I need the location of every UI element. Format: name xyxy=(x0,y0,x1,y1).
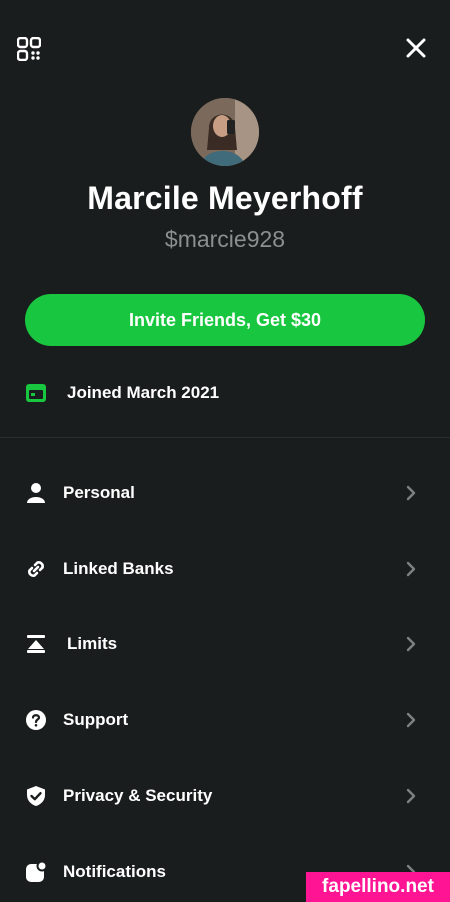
help-icon xyxy=(24,708,48,732)
watermark: fapellino.net xyxy=(306,872,450,902)
menu-item-label: Support xyxy=(63,710,129,729)
close-icon xyxy=(406,38,426,58)
menu-item-support[interactable]: Support xyxy=(0,690,450,750)
display-name: Marcile Meyerhoff xyxy=(87,180,363,216)
chevron-right-icon xyxy=(403,788,419,804)
notification-icon xyxy=(24,860,48,884)
menu-item-label: Linked Banks xyxy=(63,559,174,578)
menu-item-label: Privacy & Security xyxy=(63,786,213,805)
invite-friends-button[interactable]: Invite Friends, Get $30 xyxy=(25,294,425,346)
calendar-icon xyxy=(25,382,47,404)
menu-item-personal[interactable]: Personal xyxy=(0,463,450,523)
menu-item-linked-banks[interactable]: Linked Banks xyxy=(0,539,450,599)
chevron-right-icon xyxy=(403,485,419,501)
qr-code-icon xyxy=(17,37,41,61)
chevron-right-icon xyxy=(403,636,419,652)
menu-item-label: Notifications xyxy=(63,862,166,881)
menu-item-label: Limits xyxy=(67,634,118,653)
link-icon xyxy=(24,557,48,581)
avatar[interactable] xyxy=(191,98,259,166)
cashtag: $marcie928 xyxy=(164,226,286,252)
limits-icon xyxy=(24,632,48,656)
joined-date-text: Joined March 2021 xyxy=(67,383,220,402)
divider xyxy=(0,437,450,438)
menu-item-limits[interactable]: Limits xyxy=(0,614,450,674)
joined-info: Joined March 2021 xyxy=(25,380,219,406)
menu-item-label: Personal xyxy=(63,483,135,502)
qr-code-button[interactable] xyxy=(16,36,42,62)
person-icon xyxy=(24,481,48,505)
chevron-right-icon xyxy=(403,561,419,577)
avatar-image xyxy=(191,98,259,166)
chevron-right-icon xyxy=(403,712,419,728)
shield-icon xyxy=(24,784,48,808)
menu-item-privacy-security[interactable]: Privacy & Security xyxy=(0,766,450,826)
close-button[interactable] xyxy=(402,34,430,62)
